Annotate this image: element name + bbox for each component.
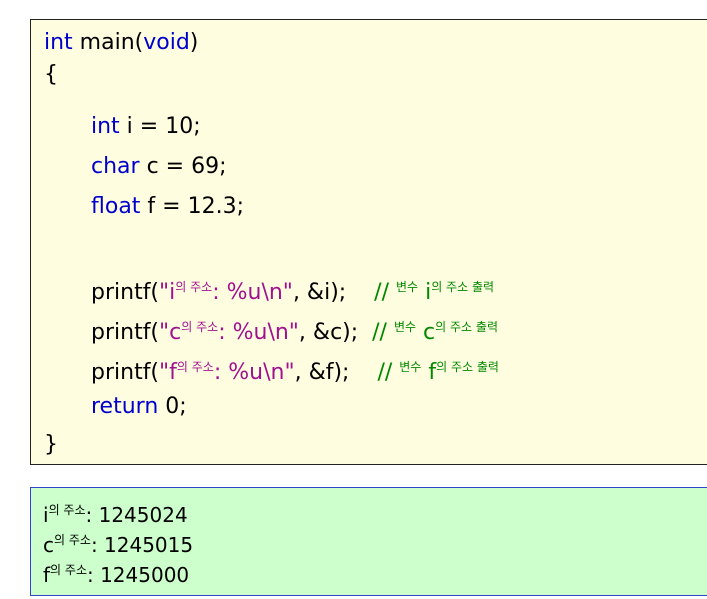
code-keyword: int: [44, 30, 73, 55]
code-comment: i: [418, 280, 432, 305]
code-string: "i: [159, 280, 176, 305]
code-text: ): [189, 30, 199, 55]
code-line-9: printf("f의 주소: %u\n", &f); // 변수 f의 주소 출…: [44, 352, 499, 385]
code-text: f = 12.3;: [140, 194, 244, 219]
code-text: main(: [72, 30, 144, 55]
code-keyword: float: [91, 194, 141, 219]
output-line-3: f의 주소: 1245000: [43, 556, 190, 587]
code-comment-korean: 변수: [396, 280, 419, 294]
code-text: printf(: [91, 280, 160, 305]
code-text: printf(: [91, 360, 160, 385]
code-string: : %u\n": [212, 280, 293, 305]
code-comment-korean: 변수: [399, 360, 422, 374]
output-line-1: i의 주소: 1245024: [43, 496, 188, 527]
code-string: : %u\n": [213, 360, 295, 385]
code-line-4: char c = 69;: [44, 152, 227, 182]
code-line-11: }: [44, 432, 58, 457]
code-comment: f: [421, 360, 437, 385]
output-value: : 1245015: [90, 533, 194, 557]
code-panel: int main(void) { int i = 10; char c = 69…: [30, 19, 707, 465]
code-comment-korean: 의 주소 출력: [431, 280, 495, 294]
output-korean: 의 주소: [54, 533, 91, 547]
output-value: : 1245024: [85, 503, 188, 527]
code-text: , &i);: [292, 280, 375, 305]
output-line-2: c의 주소: 1245015: [43, 526, 194, 557]
output-value: : 1245000: [86, 563, 190, 587]
code-comment-korean: 의 주소 출력: [435, 320, 498, 334]
code-keyword: int: [91, 114, 120, 139]
code-keyword: void: [143, 30, 190, 55]
code-comment: //: [372, 320, 394, 345]
code-string-korean: 의 주소: [175, 280, 213, 294]
code-line-2: {: [44, 62, 58, 87]
code-text: 0;: [158, 394, 187, 419]
code-text: i = 10;: [119, 114, 201, 139]
code-line-3: int i = 10;: [44, 112, 201, 142]
code-keyword: char: [91, 154, 140, 179]
output-var: c: [43, 533, 54, 557]
code-comment: c: [416, 320, 436, 345]
code-string: : %u\n": [218, 320, 299, 345]
code-line-5: float f = 12.3;: [44, 192, 244, 222]
output-var: f: [43, 563, 51, 587]
output-panel: i의 주소: 1245024 c의 주소: 1245015 f의 주소: 124…: [30, 487, 707, 596]
code-comment: //: [377, 360, 400, 385]
code-text: printf(: [91, 320, 160, 345]
output-korean: 의 주소: [48, 503, 86, 517]
code-text: c = 69;: [139, 154, 227, 179]
code-line-10: return 0;: [44, 392, 187, 422]
code-string-korean: 의 주소: [181, 320, 219, 334]
code-keyword: return: [91, 394, 159, 419]
output-korean: 의 주소: [50, 563, 87, 577]
code-line-7: printf("i의 주소: %u\n", &i); // 변수 i의 주소 출…: [44, 272, 495, 305]
code-string: "c: [159, 320, 182, 345]
code-comment-korean: 변수: [393, 320, 417, 334]
code-string-korean: 의 주소: [176, 360, 214, 374]
code-text: , &c);: [298, 320, 373, 345]
code-text: , &f);: [294, 360, 378, 385]
code-string: "f: [159, 360, 177, 385]
code-comment: //: [374, 280, 396, 305]
code-comment-korean: 의 주소 출력: [436, 360, 499, 374]
code-line-1: int main(void): [44, 28, 198, 58]
code-line-8: printf("c의 주소: %u\n", &c); // 변수 c의 주소 출…: [44, 312, 498, 345]
